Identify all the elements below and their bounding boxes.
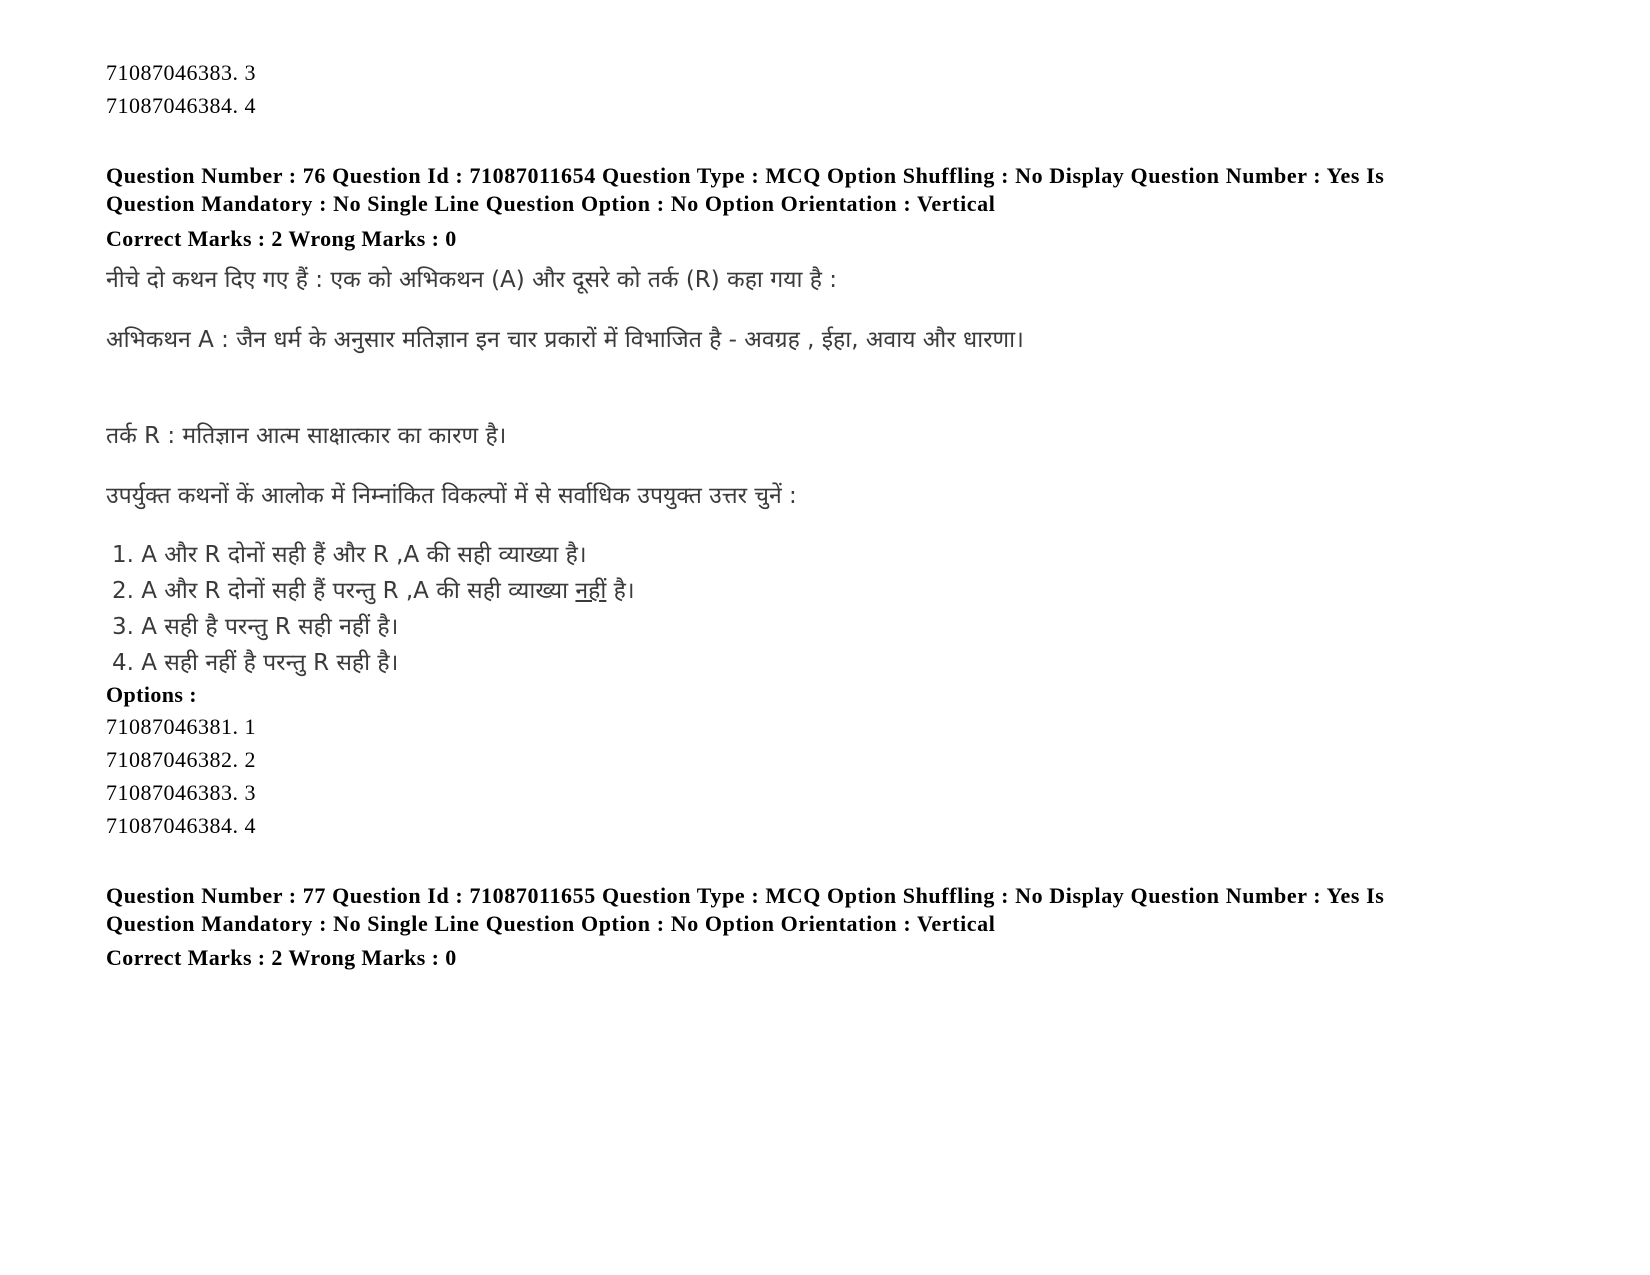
- option-number: 1: [244, 714, 256, 739]
- choice-2: 2. A और R दोनों सही हैं परन्तु R ,A की स…: [112, 573, 635, 605]
- question-76-assertion: अभिकथन A : जैन धर्म के अनुसार मतिज्ञान इ…: [106, 327, 1024, 353]
- question-76-meta-line1: Question Number : 76 Question Id : 71087…: [106, 163, 1385, 188]
- option-id: 71087046383: [106, 780, 233, 805]
- choice-1: 1. A और R दोनों सही हैं और R ,A की सही व…: [112, 542, 587, 568]
- option-number: 2: [244, 747, 256, 772]
- option-number: 4: [244, 813, 256, 838]
- option-3: 71087046383. 3: [106, 780, 256, 805]
- choice-4: 4. A सही नहीं है परन्तु R सही है।: [112, 650, 399, 676]
- option-id: 71087046384: [106, 813, 233, 838]
- question-76-meta-line2: Question Mandatory : No Single Line Ques…: [106, 191, 996, 216]
- option-4: 71087046384. 4: [106, 813, 256, 838]
- choice-2-text: 2. A और R दोनों सही हैं परन्तु R ,A की स…: [112, 578, 576, 604]
- option-2: 71087046382. 2: [106, 747, 256, 772]
- option-number: 3: [244, 60, 256, 85]
- question-76-reason: तर्क R : मतिज्ञान आत्म साक्षात्कार का का…: [106, 423, 507, 449]
- question-77-marks: Correct Marks : 2 Wrong Marks : 0: [106, 945, 457, 970]
- option-number: 4: [244, 93, 256, 118]
- options-label: Options :: [106, 682, 198, 707]
- option-id: 71087046382: [106, 747, 233, 772]
- prev-option-3: 71087046383. 3: [106, 60, 256, 85]
- question-77-meta-line2: Question Mandatory : No Single Line Ques…: [106, 911, 996, 936]
- option-id: 71087046383: [106, 60, 233, 85]
- prev-option-4: 71087046384. 4: [106, 93, 256, 118]
- option-number: 3: [244, 780, 256, 805]
- question-76-intro: नीचे दो कथन दिए गए हैं : एक को अभिकथन (A…: [106, 267, 838, 293]
- choice-3: 3. A सही है परन्तु R सही नहीं है।: [112, 614, 399, 640]
- question-76-instruction: उपर्युक्त कथनों कें आलोक में निम्नांकित …: [106, 483, 797, 509]
- option-1: 71087046381. 1: [106, 714, 256, 739]
- option-id: 71087046381: [106, 714, 233, 739]
- choice-2-text-end: है।: [606, 578, 635, 604]
- question-77-meta-line1: Question Number : 77 Question Id : 71087…: [106, 883, 1385, 908]
- question-77-meta: Question Number : 77 Question Id : 71087…: [106, 882, 1506, 938]
- question-76-meta: Question Number : 76 Question Id : 71087…: [106, 162, 1506, 218]
- option-id: 71087046384: [106, 93, 233, 118]
- choice-2-underlined: नहीं: [575, 578, 607, 604]
- question-76-marks: Correct Marks : 2 Wrong Marks : 0: [106, 226, 457, 251]
